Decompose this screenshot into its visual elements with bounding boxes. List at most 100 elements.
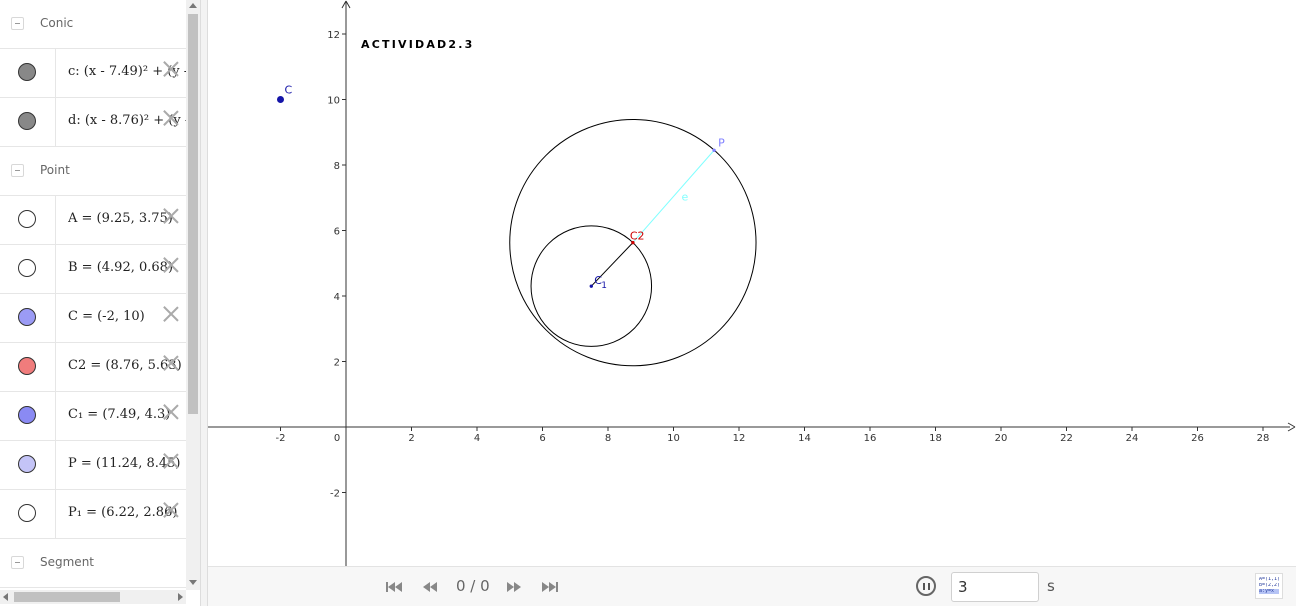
algebra-item[interactable]: P₁ = (6.22, 2.86) (0, 490, 186, 539)
delete-icon[interactable] (163, 305, 179, 321)
visibility-toggle[interactable] (0, 196, 56, 244)
group-header-segment[interactable]: Segment (0, 539, 186, 588)
animation-speed-input[interactable] (951, 572, 1039, 602)
visibility-toggle[interactable] (0, 98, 56, 146)
y-tick-label: 4 (334, 292, 340, 303)
visibility-toggle[interactable] (0, 392, 56, 440)
visibility-marble-icon[interactable] (18, 210, 36, 228)
point-c1-label-subscript: 1 (601, 281, 607, 291)
step-forward-icon[interactable] (504, 579, 524, 595)
vertical-scroll-thumb[interactable] (188, 14, 198, 414)
visibility-toggle[interactable] (0, 49, 56, 97)
algebra-item[interactable]: C₁ = (7.49, 4.3) (0, 392, 186, 441)
group-label: Conic (40, 16, 74, 30)
graphics-view[interactable]: -2 0 2 4 6 8 10 12 14 16 18 20 22 24 26 28 12 10 8 6 4 2 -2 e C P… (208, 0, 1296, 566)
graphics-canvas[interactable]: -2 0 2 4 6 8 10 12 14 16 18 20 22 24 26 2812108642-2eCP… (208, 0, 1296, 566)
y-tick-label: 10 (327, 96, 340, 107)
visibility-marble-icon[interactable] (18, 308, 36, 326)
input-bar-icon-line: A=(1,1) (1259, 577, 1279, 582)
visibility-toggle[interactable] (0, 245, 56, 293)
scroll-up-arrow-icon[interactable] (189, 3, 197, 8)
skip-forward-icon[interactable] (540, 579, 560, 595)
x-tick-label: 10 (667, 433, 680, 444)
algebra-item[interactable]: c: (x - 7.49)² + (y - (0, 49, 186, 98)
y-tick-label: -2 (330, 489, 340, 500)
segment-e-label: e (682, 190, 689, 203)
algebra-item[interactable]: d: (x - 8.76)² + (y - (0, 98, 186, 147)
visibility-toggle[interactable] (0, 294, 56, 342)
visibility-marble-icon[interactable] (18, 455, 36, 473)
y-tick-label: 8 (334, 161, 340, 172)
visibility-toggle[interactable] (0, 441, 56, 489)
delete-icon[interactable] (163, 109, 179, 125)
x-tick-label: 24 (1126, 433, 1139, 444)
delete-icon[interactable] (163, 403, 179, 419)
view-splitter[interactable] (200, 0, 208, 606)
input-bar-toggle-icon[interactable]: A=(1,1) B=(2,2) a:y=x (1255, 573, 1283, 599)
algebra-list: Conic c: (x - 7.49)² + (y - d: (x - 8.76)²… (0, 0, 186, 588)
visibility-marble-icon[interactable] (18, 357, 36, 375)
x-tick-label: 22 (1060, 433, 1073, 444)
y-tick-label: 6 (334, 227, 340, 238)
input-bar-icon-line: B=(2,2) (1259, 583, 1279, 588)
pause-icon[interactable] (916, 576, 936, 596)
group-label: Segment (40, 555, 94, 569)
group-header-point[interactable]: Point (0, 147, 186, 196)
algebra-view: Conic c: (x - 7.49)² + (y - d: (x - 8.76)²… (0, 0, 200, 606)
x-tick-label: -2 (276, 433, 286, 444)
algebra-item[interactable]: B = (4.92, 0.68) (0, 245, 186, 294)
visibility-toggle[interactable] (0, 490, 56, 538)
x-tick-label: 14 (798, 433, 811, 444)
horizontal-scroll-thumb[interactable] (14, 592, 120, 602)
delete-icon[interactable] (163, 354, 179, 370)
algebra-item[interactable]: C = (-2, 10) (0, 294, 186, 343)
x-tick-label: 20 (995, 433, 1008, 444)
graphics-title-text: ACTIVIDAD2.3 (361, 38, 474, 51)
algebra-item[interactable]: C2 = (8.76, 5.63) (0, 343, 186, 392)
group-header-conic[interactable]: Conic (0, 0, 186, 49)
scroll-left-arrow-icon[interactable] (3, 593, 8, 601)
scroll-right-arrow-icon[interactable] (178, 593, 183, 601)
point-c2-label: C2 (630, 230, 645, 243)
group-label: Point (40, 163, 70, 177)
algebra-vertical-scrollbar[interactable] (186, 0, 200, 590)
y-tick-label: 12 (327, 30, 340, 41)
collapse-icon[interactable] (11, 17, 24, 30)
point-c1[interactable] (589, 284, 593, 288)
point-p[interactable] (712, 148, 716, 152)
x-tick-label: 16 (864, 433, 877, 444)
x-tick-label: 4 (474, 433, 480, 444)
x-tick-label: 6 (539, 433, 545, 444)
visibility-marble-icon[interactable] (18, 63, 36, 81)
point-c[interactable] (277, 96, 284, 103)
skip-back-icon[interactable] (384, 579, 404, 595)
visibility-marble-icon[interactable] (18, 504, 36, 522)
y-tick-label: 2 (334, 358, 340, 369)
frame-counter: 0 / 0 (456, 577, 490, 595)
delete-icon[interactable] (163, 256, 179, 272)
collapse-icon[interactable] (11, 556, 24, 569)
scroll-down-arrow-icon[interactable] (189, 580, 197, 585)
delete-icon[interactable] (163, 452, 179, 468)
visibility-marble-icon[interactable] (18, 406, 36, 424)
point-p-label: P (718, 136, 725, 149)
x-tick-label: 26 (1191, 433, 1204, 444)
visibility-toggle[interactable] (0, 343, 56, 391)
x-tick-label: 2 (408, 433, 414, 444)
algebra-item[interactable]: P = (11.24, 8.45) (0, 441, 186, 490)
input-bar-icon-line: a:y=x (1259, 589, 1279, 594)
algebra-item[interactable]: A = (9.25, 3.75) (0, 196, 186, 245)
x-tick-label: 8 (605, 433, 611, 444)
x-tick-label: 18 (929, 433, 942, 444)
step-back-icon[interactable] (420, 579, 440, 595)
x-tick-label: 12 (733, 433, 746, 444)
algebra-horizontal-scrollbar[interactable] (0, 590, 186, 604)
segment-e[interactable] (632, 149, 715, 243)
x-tick-label: 28 (1257, 433, 1270, 444)
delete-icon[interactable] (163, 207, 179, 223)
visibility-marble-icon[interactable] (18, 259, 36, 277)
delete-icon[interactable] (163, 60, 179, 76)
collapse-icon[interactable] (11, 164, 24, 177)
delete-icon[interactable] (163, 501, 179, 517)
visibility-marble-icon[interactable] (18, 112, 36, 130)
